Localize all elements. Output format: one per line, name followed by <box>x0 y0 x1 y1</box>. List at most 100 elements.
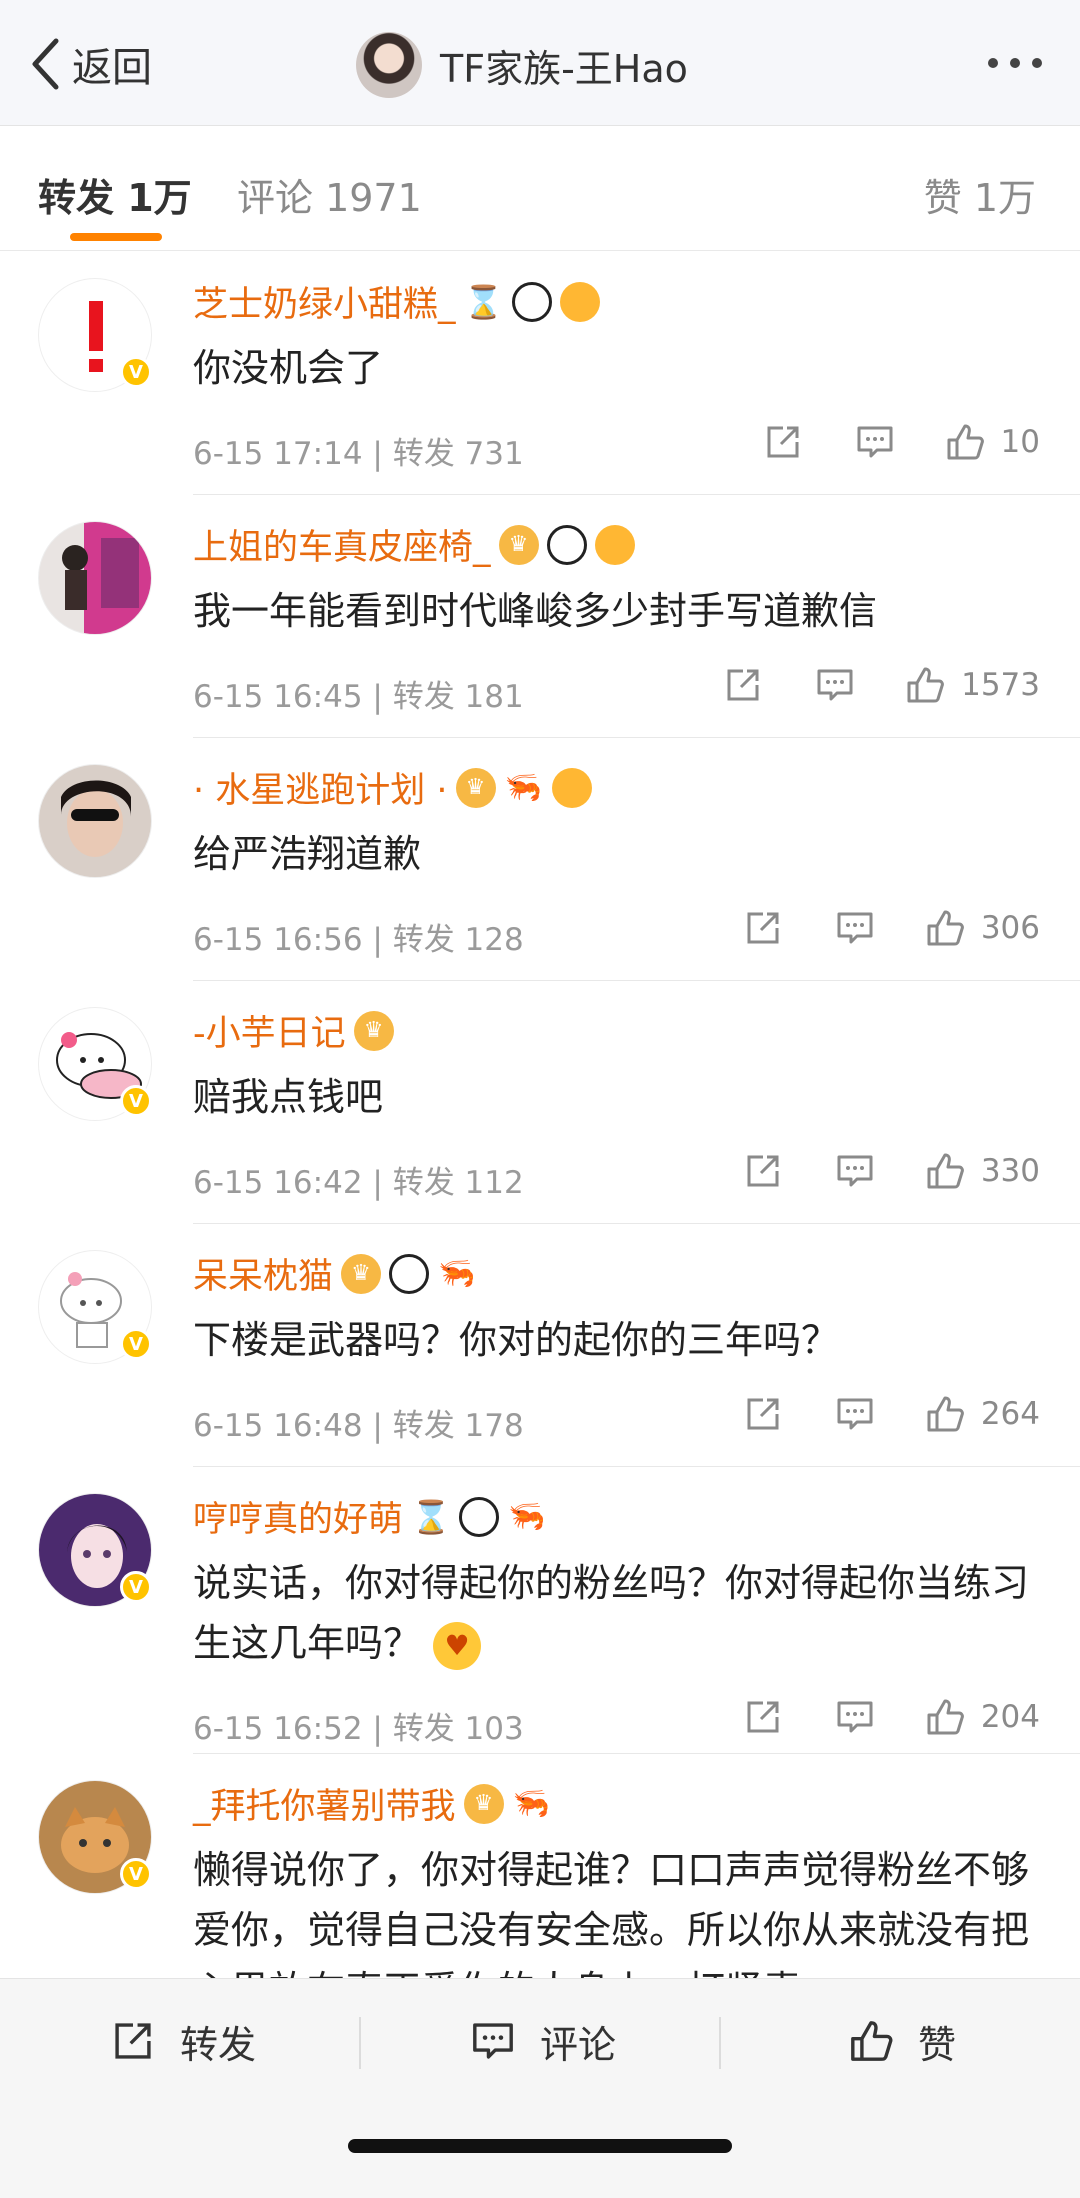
tab-comments[interactable]: 评论 1971 <box>237 167 422 222</box>
comment-text: 下楼是武器吗？你对的起你的三年吗？ <box>193 1318 840 1362</box>
verified-badge-icon: V <box>120 1858 152 1890</box>
avatar-photo <box>62 538 139 610</box>
like-icon[interactable] <box>923 1149 967 1193</box>
share-icon[interactable] <box>741 1149 785 1193</box>
like-icon[interactable] <box>943 420 987 464</box>
comment-text: 给严浩翔道歉 <box>193 832 422 876</box>
kissing-emoji-icon: ♥ <box>433 1621 482 1670</box>
comment-meta: 6-15 16:52 | 转发 103 <box>193 1711 524 1747</box>
comment-actions: 1573 <box>721 663 1040 707</box>
comment-username[interactable]: -小芋日记 ♛ <box>193 1005 394 1056</box>
share-icon[interactable] <box>741 1695 785 1739</box>
crown-icon: ♛ <box>463 1783 504 1824</box>
bottom-action-bar: 转发 评论 赞 <box>0 1978 1080 2198</box>
hourglass-icon: ⌛ <box>463 281 504 322</box>
comment-actions: 330 <box>741 1149 1040 1193</box>
comment-meta: 6-15 16:48 | 转发 178 <box>193 1408 524 1444</box>
hourglass-icon: ⌛ <box>411 1496 452 1537</box>
crown-icon: ♛ <box>498 524 539 565</box>
like-count: 1573 <box>961 667 1040 703</box>
comment-meta: 6-15 17:14 | 转发 731 <box>193 436 524 472</box>
shrimp-icon: 🦐 <box>503 767 544 808</box>
comment-text: 我一年能看到时代峰峻多少封手写道歉信 <box>193 589 878 633</box>
comment-actions: 204 <box>741 1695 1040 1739</box>
comment-actions: 306 <box>741 906 1040 950</box>
divider <box>719 2017 721 2069</box>
share-icon[interactable] <box>721 663 765 707</box>
avatar[interactable] <box>38 764 152 878</box>
verified-badge-icon: V <box>120 1571 152 1603</box>
tab-likes[interactable]: 赞 1万 <box>924 167 1036 222</box>
shrimp-icon: 🦐 <box>511 1783 552 1824</box>
comment-icon[interactable] <box>833 1695 877 1739</box>
fish-icon <box>594 524 635 565</box>
verified-badge-icon: V <box>120 356 152 388</box>
like-count: 264 <box>980 1396 1040 1432</box>
like-count: 204 <box>980 1699 1040 1735</box>
like-icon[interactable] <box>903 663 947 707</box>
comment-icon[interactable] <box>833 906 877 950</box>
like-count: 306 <box>980 910 1040 946</box>
like-icon[interactable] <box>923 906 967 950</box>
page-title: TF家族-王Hao <box>440 46 688 91</box>
like-icon <box>851 2021 893 2061</box>
crown-icon: ♛ <box>341 1253 382 1294</box>
comment-text: 赔我点钱吧 <box>193 1075 384 1119</box>
comment-text: 说实话，你对得起你的粉丝吗？你对得起你当练习生这几年吗？ ♥ <box>193 1553 1043 1673</box>
home-indicator[interactable] <box>348 2139 732 2153</box>
comment-username[interactable]: 芝士奶绿小甜糕_ ⌛ <box>193 276 600 327</box>
repost-button[interactable]: 转发 <box>108 2011 256 2071</box>
comment-icon <box>473 2023 513 2059</box>
share-icon[interactable] <box>741 1392 785 1436</box>
fish-icon <box>559 281 600 322</box>
like-button[interactable]: 赞 <box>846 2011 956 2071</box>
comment-username[interactable]: · 水星逃跑计划 · ♛ 🦐 <box>193 762 592 813</box>
like-icon[interactable] <box>923 1392 967 1436</box>
comment-actions: 10 <box>761 420 1040 464</box>
verified-badge-icon: V <box>120 1085 152 1117</box>
comment-meta: 6-15 16:56 | 转发 128 <box>193 922 524 958</box>
crown-icon: ♛ <box>455 767 496 808</box>
like-icon[interactable] <box>923 1695 967 1739</box>
comment-icon[interactable] <box>813 663 857 707</box>
comment-icon[interactable] <box>853 420 897 464</box>
active-tab-indicator <box>70 233 162 241</box>
user-avatar[interactable] <box>356 32 422 98</box>
like-count: 330 <box>980 1153 1040 1189</box>
divider <box>193 1466 1080 1467</box>
comment-icon[interactable] <box>833 1392 877 1436</box>
comment-username[interactable]: _拜托你薯别带我 ♛ 🦐 <box>193 1778 552 1829</box>
more-options-icon[interactable] <box>988 58 1042 68</box>
crown-icon: ♛ <box>353 1010 394 1051</box>
comment-meta: 6-15 16:42 | 转发 112 <box>193 1165 524 1201</box>
comment-text: 你没机会了 <box>193 346 384 390</box>
shrimp-icon: 🦐 <box>507 1496 548 1537</box>
tab-repost[interactable]: 转发 1万 <box>38 167 192 222</box>
share-icon[interactable] <box>741 906 785 950</box>
comment-actions: 264 <box>741 1392 1040 1436</box>
divider <box>193 1223 1080 1224</box>
comment-username[interactable]: 呆呆枕猫 ♛ 🦐 <box>193 1248 478 1299</box>
page-title-group[interactable]: TF家族-王Hao <box>356 30 688 100</box>
comment-icon[interactable] <box>833 1149 877 1193</box>
panda-icon <box>511 281 552 322</box>
divider <box>359 2017 361 2069</box>
shrimp-icon: 🦐 <box>437 1253 478 1294</box>
comment-username[interactable]: 哼哼真的好萌 ⌛ 🦐 <box>193 1491 548 1542</box>
share-icon <box>115 2023 151 2059</box>
fish-icon <box>551 767 592 808</box>
share-icon[interactable] <box>761 420 805 464</box>
divider <box>193 1753 1080 1754</box>
comment-username[interactable]: 上姐的车真皮座椅_ ♛ <box>193 519 635 570</box>
panda-icon <box>459 1496 500 1537</box>
back-label: 返回 <box>72 45 152 91</box>
like-count: 10 <box>1000 424 1040 460</box>
comment-button[interactable]: 评论 <box>468 2011 616 2071</box>
comment-meta: 6-15 16:45 | 转发 181 <box>193 679 524 715</box>
tab-bar: 转发 1万 评论 1971 赞 1万 <box>0 127 1080 251</box>
avatar[interactable] <box>38 521 152 635</box>
back-button[interactable]: 返回 <box>30 34 152 94</box>
avatar-photo <box>61 780 131 857</box>
panda-icon <box>546 524 587 565</box>
divider <box>193 494 1080 495</box>
